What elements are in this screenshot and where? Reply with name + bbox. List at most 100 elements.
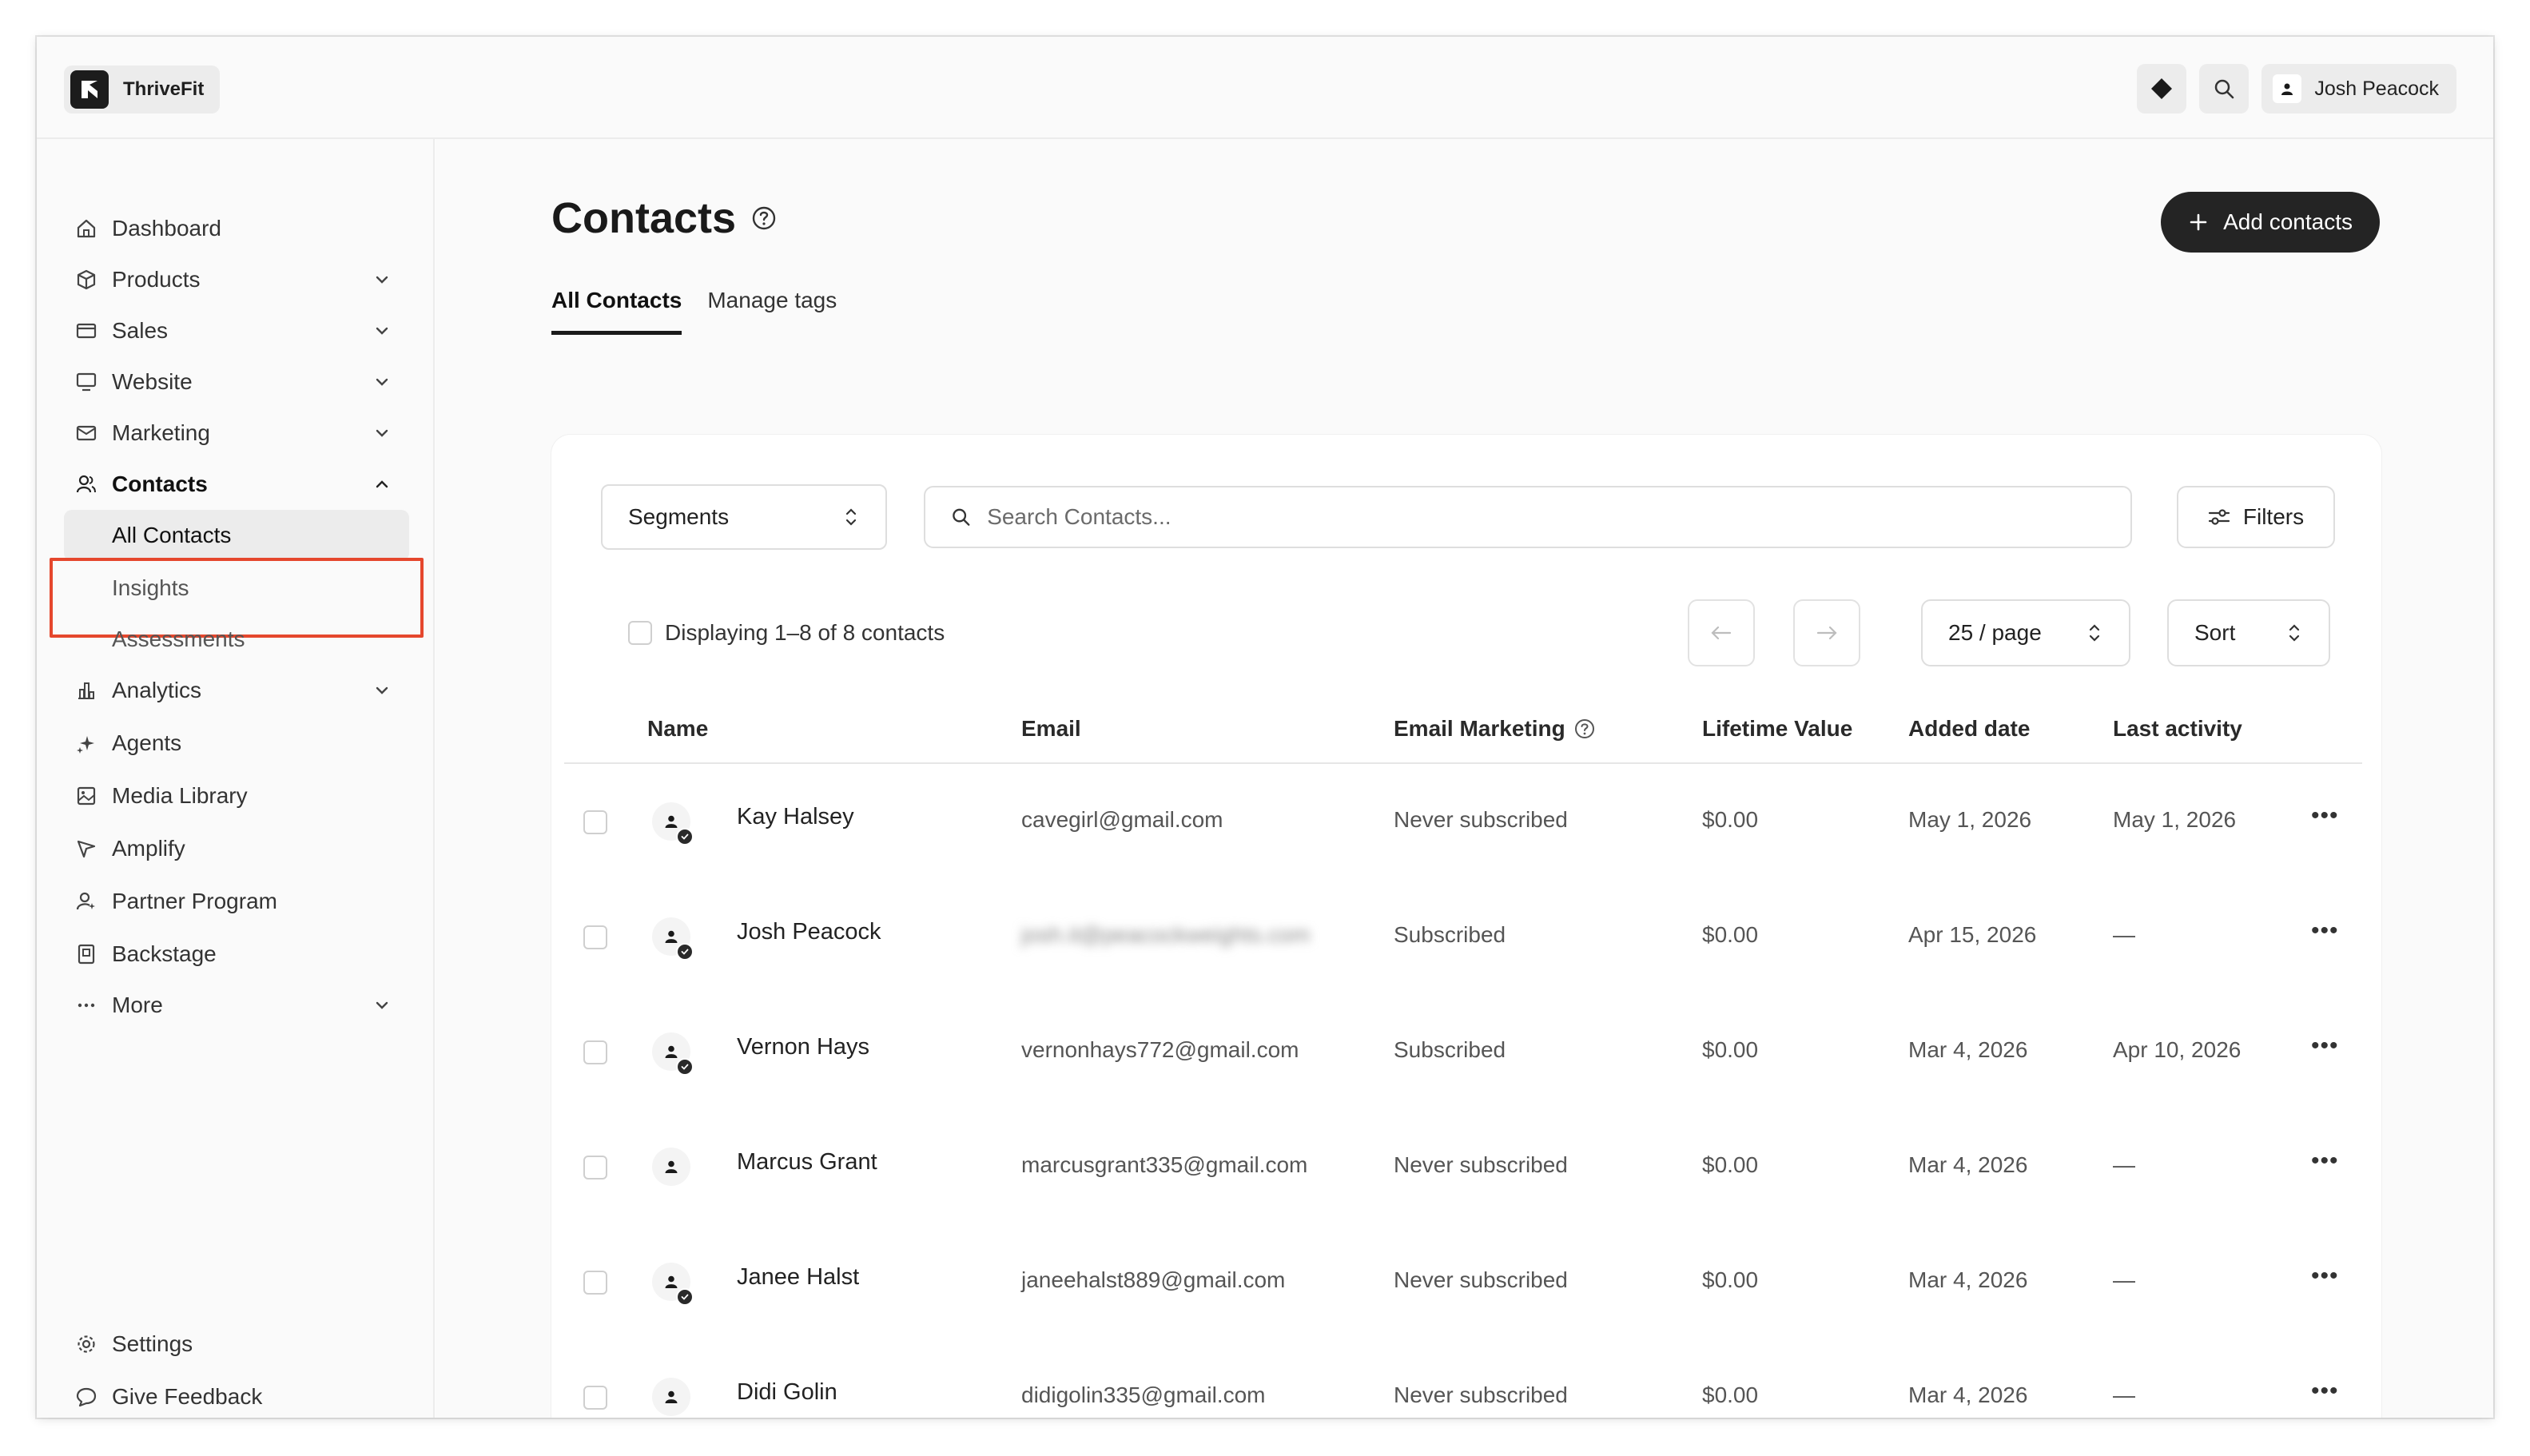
row-checkbox[interactable]	[583, 1271, 607, 1295]
sort-select[interactable]: Sort	[2167, 599, 2330, 666]
sidebar-item-marketing[interactable]: Marketing	[74, 412, 409, 454]
column-header-last-activity[interactable]: Last activity	[2113, 716, 2242, 742]
brand-name: ThriveFit	[123, 78, 205, 100]
sidebar-item-insights[interactable]: Insights	[64, 563, 409, 614]
sidebar-item-dashboard[interactable]: Dashboard	[74, 208, 409, 249]
contact-added-date: Mar 4, 2026	[1908, 1152, 2028, 1177]
table-row[interactable]: Josh Peacock josh.it@peacockweights.com Su…	[564, 879, 2362, 994]
column-header-email-marketing[interactable]: Email Marketing	[1394, 716, 1596, 742]
contact-name[interactable]: Janee Halst	[737, 1264, 859, 1291]
row-checkbox[interactable]	[583, 925, 607, 949]
row-more-icon[interactable]: •••	[2311, 1032, 2339, 1060]
search-input[interactable]	[987, 504, 2105, 530]
row-more-icon[interactable]: •••	[2311, 1148, 2339, 1175]
chevron-down-icon[interactable]	[371, 371, 393, 393]
select-all-row: Displaying 1–8 of 8 contacts	[628, 620, 945, 646]
table-row[interactable]: Janee Halst janeehalst889@gmail.com Never …	[564, 1224, 2362, 1339]
tab-manage-tags[interactable]: Manage tags	[707, 288, 837, 335]
row-more-icon[interactable]: •••	[2311, 1263, 2339, 1290]
column-header-added-date[interactable]: Added date	[1908, 716, 2030, 742]
table-row[interactable]: Marcus Grant marcusgrant335@gmail.com Neve…	[564, 1109, 2362, 1224]
column-header-email[interactable]: Email	[1021, 716, 1081, 742]
sidebar-item-settings[interactable]: Settings	[74, 1323, 409, 1365]
table-row[interactable]: Didi Golin didigolin335@gmail.com Never su…	[564, 1339, 2362, 1418]
sidebar-item-assessments[interactable]: Assessments	[64, 614, 409, 665]
sidebar-item-all-contacts[interactable]: All Contacts	[64, 510, 409, 561]
select-all-checkbox[interactable]	[628, 621, 652, 645]
sidebar-item-partner-program[interactable]: Partner Program	[74, 881, 409, 922]
help-icon[interactable]	[750, 205, 778, 232]
sidebar-item-label: Partner Program	[112, 889, 277, 913]
table-row[interactable]: Vernon Hays vernonhays772@gmail.com Subscr…	[564, 994, 2362, 1109]
sidebar-item-backstage[interactable]: Backstage	[74, 933, 409, 975]
row-checkbox[interactable]	[583, 810, 607, 834]
contact-email: didigolin335@gmail.com	[1021, 1382, 1266, 1407]
contact-lifetime-value: $0.00	[1702, 1267, 1759, 1292]
user-menu-button[interactable]: Josh Peacock	[2261, 64, 2456, 113]
sidebar-item-products[interactable]: Products	[74, 259, 409, 300]
chevron-down-icon[interactable]	[371, 320, 393, 342]
row-checkbox[interactable]	[583, 1040, 607, 1064]
brand-switcher[interactable]: ThriveFit	[64, 66, 221, 113]
image-icon	[74, 783, 99, 809]
contact-name[interactable]: Vernon Hays	[737, 1034, 869, 1060]
filters-button[interactable]: Filters	[2177, 486, 2335, 548]
filters-label: Filters	[2242, 504, 2305, 529]
sidebar-item-label: Marketing	[112, 420, 210, 445]
prev-page-button[interactable]	[1688, 599, 1755, 666]
column-header-label: Email Marketing	[1394, 716, 1565, 741]
contact-name[interactable]: Kay Halsey	[737, 804, 854, 830]
contact-email: vernonhays772@gmail.com	[1021, 1037, 1299, 1062]
segments-select[interactable]: Segments	[601, 484, 887, 550]
megaphone-icon	[74, 836, 99, 861]
chevron-down-icon[interactable]	[371, 679, 393, 702]
table-row[interactable]: Kay Halsey cavegirl@gmail.com Never subscr…	[564, 764, 2362, 879]
sidebar-item-agents[interactable]: Agents	[74, 722, 409, 764]
contact-email: marcusgrant335@gmail.com	[1021, 1152, 1308, 1177]
per-page-select[interactable]: 25 / page	[1921, 599, 2130, 666]
sidebar-item-more[interactable]: More	[74, 985, 409, 1026]
contact-added-date: Mar 4, 2026	[1908, 1037, 2028, 1062]
contact-lifetime-value: $0.00	[1702, 1037, 1759, 1062]
row-more-icon[interactable]: •••	[2311, 917, 2339, 945]
row-more-icon[interactable]: •••	[2311, 1378, 2339, 1405]
column-header-lifetime-value[interactable]: Lifetime Value	[1702, 716, 1852, 742]
home-icon	[74, 216, 99, 241]
row-checkbox[interactable]	[583, 1386, 607, 1410]
tab-all-contacts[interactable]: All Contacts	[551, 288, 682, 335]
add-contacts-button[interactable]: Add contacts	[2161, 192, 2380, 253]
chevron-down-icon[interactable]	[371, 269, 393, 291]
users-icon	[74, 471, 99, 497]
contact-name[interactable]: Didi Golin	[737, 1379, 837, 1406]
plus-icon	[2190, 213, 2207, 231]
sidebar-item-amplify[interactable]: Amplify	[74, 828, 409, 869]
sort-label: Sort	[2194, 620, 2236, 645]
diamond-button[interactable]	[2137, 64, 2187, 113]
contact-name[interactable]: Marcus Grant	[737, 1149, 877, 1176]
sidebar-item-website[interactable]: Website	[74, 361, 409, 403]
next-page-button[interactable]	[1793, 599, 1860, 666]
sidebar-item-give-feedback[interactable]: Give Feedback	[74, 1376, 409, 1418]
sidebar-item-analytics[interactable]: Analytics	[74, 670, 409, 711]
column-header-name[interactable]: Name	[647, 716, 708, 742]
user-avatar-icon	[2273, 74, 2302, 103]
chevron-down-icon[interactable]	[371, 994, 393, 1016]
chevron-up-icon[interactable]	[371, 473, 393, 495]
contact-last-activity: —	[2113, 1382, 2135, 1407]
contact-lifetime-value: $0.00	[1702, 1152, 1759, 1177]
per-page-value: 25 / page	[1948, 620, 2042, 645]
sidebar-item-sales[interactable]: Sales	[74, 310, 409, 352]
avatar-icon	[652, 1148, 690, 1186]
contact-name[interactable]: Josh Peacock	[737, 919, 881, 945]
row-checkbox[interactable]	[583, 1156, 607, 1180]
sidebar-item-contacts[interactable]: Contacts	[74, 463, 409, 505]
row-more-icon[interactable]: •••	[2311, 802, 2339, 829]
search-button[interactable]	[2199, 64, 2250, 113]
search-field[interactable]	[924, 486, 2132, 548]
page-title: Contacts	[551, 193, 778, 243]
contact-last-activity: Apr 10, 2026	[2113, 1037, 2242, 1062]
chevron-down-icon[interactable]	[371, 422, 393, 444]
help-icon[interactable]	[1573, 718, 1596, 740]
sidebar-item-media-library[interactable]: Media Library	[74, 775, 409, 817]
contact-last-activity: May 1, 2026	[2113, 807, 2237, 832]
